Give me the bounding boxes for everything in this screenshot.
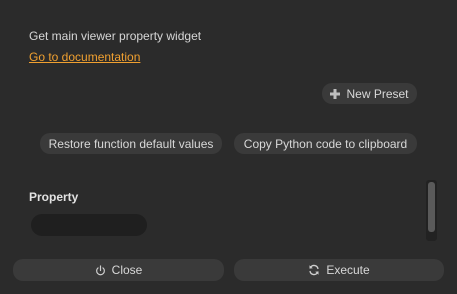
power-icon xyxy=(95,264,106,276)
refresh-icon xyxy=(308,264,320,276)
restore-defaults-button[interactable]: Restore function default values xyxy=(40,133,222,154)
documentation-link[interactable]: Go to documentation xyxy=(29,50,140,64)
execute-label: Execute xyxy=(326,263,370,277)
close-label: Close xyxy=(111,263,143,277)
new-preset-label: New Preset xyxy=(346,86,409,101)
plus-icon xyxy=(330,88,341,99)
widget-description: Get main viewer property widget xyxy=(29,29,202,43)
property-label: Property xyxy=(29,190,79,204)
scrollbar-thumb[interactable] xyxy=(428,182,435,232)
restore-defaults-label: Restore function default values xyxy=(48,136,214,151)
copy-python-code-label: Copy Python code to clipboard xyxy=(243,136,408,151)
execute-button[interactable]: Execute xyxy=(234,259,444,281)
property-widget-panel: Get main viewer property widget Go to do… xyxy=(0,0,457,294)
close-button[interactable]: Close xyxy=(13,259,224,281)
property-field[interactable] xyxy=(31,214,147,236)
copy-python-code-button[interactable]: Copy Python code to clipboard xyxy=(234,133,417,154)
new-preset-button[interactable]: New Preset xyxy=(322,83,417,104)
